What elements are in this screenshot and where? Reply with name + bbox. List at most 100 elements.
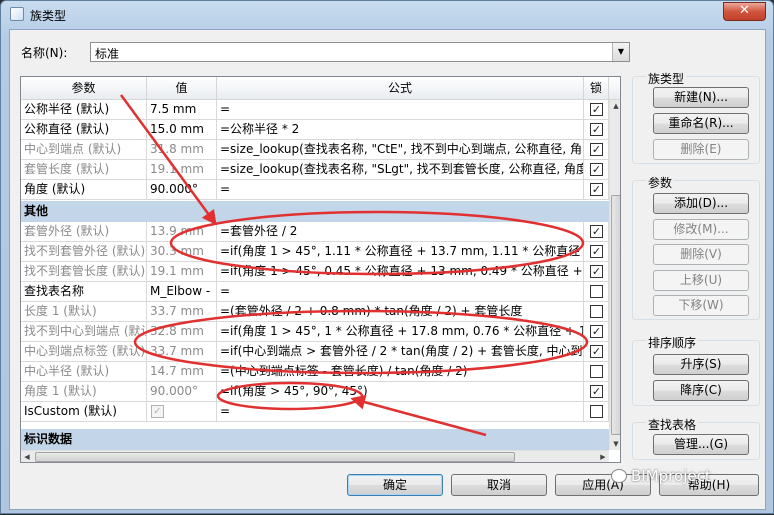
add-parameter-button[interactable]: 添加(D)... <box>653 193 749 214</box>
lock-cell: ✓ <box>584 342 609 362</box>
param-value-cell[interactable]: 33.7 mm <box>147 302 217 322</box>
table-row[interactable]: IsCustom (默认) ✓ = <box>21 402 609 422</box>
lock-checkbox[interactable]: ✓ <box>590 345 603 358</box>
lock-checkbox[interactable]: ✓ <box>590 245 603 258</box>
param-value-cell[interactable]: 32.8 mm <box>147 322 217 342</box>
table-row[interactable]: 找不到中心到端点 (默认) 32.8 mm =if(角度 1 > 45°, 1 * … <box>21 322 609 342</box>
modify-parameter-button[interactable]: 修改(M)... <box>653 219 749 240</box>
param-value-cell[interactable]: ✓ <box>147 402 217 422</box>
scroll-up-icon[interactable]: ▲ <box>610 100 620 112</box>
param-value-cell[interactable]: 13.9 mm <box>147 222 217 242</box>
table-row[interactable]: 中心半径 (默认) 14.7 mm =(中心到端点标签 - 套管长度) / tan(… <box>21 362 609 382</box>
param-value-cell[interactable]: M_Elbow - <box>147 282 217 302</box>
param-value-cell[interactable]: 14.7 mm <box>147 362 217 382</box>
scroll-down-icon[interactable]: ▼ <box>610 438 620 450</box>
lock-cell: ✓ <box>584 382 609 402</box>
param-formula-cell[interactable]: =if(角度 > 45°, 90°, 45°) <box>217 382 584 402</box>
vertical-scrollbar[interactable]: ▲ ▼ <box>609 100 620 450</box>
param-value-cell[interactable]: 30.3 mm <box>147 242 217 262</box>
header-formula[interactable]: 公式 <box>217 77 584 100</box>
iscustom-checkbox: ✓ <box>151 405 164 418</box>
move-down-button[interactable]: 下移(W) <box>653 295 749 316</box>
scroll-right-icon[interactable]: ▶ <box>597 451 609 462</box>
param-value-cell[interactable]: 15.0 mm <box>147 120 217 140</box>
rename-type-button[interactable]: 重命名(R)... <box>653 113 749 134</box>
param-formula-cell[interactable]: =if(中心到端点 > 套管外径 / 2 * tan(角度 / 2) + 套管长… <box>217 342 584 362</box>
table-row[interactable]: 找不到套管长度 (默认) 19.1 mm =if(角度 1 > 45°, 0.45 … <box>21 262 609 282</box>
lock-checkbox[interactable]: ✓ <box>590 325 603 338</box>
lock-checkbox[interactable]: ✓ <box>590 385 603 398</box>
table-row[interactable]: 查找表名称 M_Elbow - = <box>21 282 609 302</box>
lock-checkbox[interactable] <box>590 405 603 418</box>
wechat-icon <box>611 469 627 483</box>
table-row[interactable]: 公称直径 (默认) 15.0 mm =公称半径 * 2 ✓ <box>21 120 609 140</box>
param-value-cell[interactable]: 90.000° <box>147 180 217 200</box>
parameters-title: 参数 <box>646 174 675 191</box>
cancel-button[interactable]: 取消 <box>451 474 547 496</box>
lock-checkbox[interactable] <box>590 365 603 378</box>
table-row[interactable]: 中心到端点 (默认) 31.8 mm =size_lookup(查找表名称, "Ct… <box>21 140 609 160</box>
hscroll-thumb[interactable] <box>35 452 515 462</box>
lock-checkbox[interactable]: ✓ <box>590 143 603 156</box>
lock-cell: ✓ <box>584 180 609 200</box>
grid-header: 参数 值 公式 锁 <box>21 77 620 100</box>
param-formula-cell[interactable]: =套管外径 / 2 <box>217 222 584 242</box>
lock-checkbox[interactable]: ✓ <box>590 183 603 196</box>
param-formula-cell[interactable]: =(套管外径 / 2 + 0.8 mm) * tan(角度 / 2) + 套管长… <box>217 302 584 322</box>
param-formula-cell[interactable]: =(中心到端点标签 - 套管长度) / tan(角度 / 2) <box>217 362 584 382</box>
delete-type-button[interactable]: 删除(E) <box>653 139 749 160</box>
lock-checkbox[interactable]: ✓ <box>590 163 603 176</box>
ok-button[interactable]: 确定 <box>347 474 443 496</box>
lock-checkbox[interactable] <box>590 285 603 298</box>
lock-checkbox[interactable] <box>590 305 603 318</box>
param-formula-cell[interactable]: = <box>217 100 584 120</box>
lock-checkbox[interactable]: ✓ <box>590 103 603 116</box>
param-value-cell[interactable]: 7.5 mm <box>147 100 217 120</box>
new-type-button[interactable]: 新建(N)... <box>653 87 749 108</box>
param-formula-cell[interactable]: = <box>217 282 584 302</box>
header-lock[interactable]: 锁 <box>584 77 609 100</box>
table-row[interactable]: 套管外径 (默认) 13.9 mm =套管外径 / 2 ✓ <box>21 222 609 242</box>
group-other[interactable]: 其他 <box>21 201 609 222</box>
table-row[interactable]: 角度 1 (默认) 90.000° =if(角度 > 45°, 90°, 45°) ✓ <box>21 382 609 402</box>
chevron-down-icon[interactable]: ▼ <box>612 43 629 61</box>
group-identity-data[interactable]: 标识数据 <box>21 429 609 450</box>
param-formula-cell[interactable]: =if(角度 1 > 45°, 0.45 * 公称直径 + 13 mm, 0.4… <box>217 262 584 282</box>
param-formula-cell[interactable]: =if(角度 1 > 45°, 1 * 公称直径 + 17.8 mm, 0.76… <box>217 322 584 342</box>
table-row[interactable]: 公称半径 (默认) 7.5 mm = ✓ <box>21 100 609 120</box>
param-formula-cell[interactable]: = <box>217 180 584 200</box>
delete-parameter-button[interactable]: 删除(V) <box>653 244 749 265</box>
header-value[interactable]: 值 <box>147 77 217 100</box>
sort-ascending-button[interactable]: 升序(S) <box>653 354 749 375</box>
param-formula-cell[interactable]: = <box>217 402 584 422</box>
table-row[interactable]: 中心到端点标签 (默认) 33.7 mm =if(中心到端点 > 套管外径 / 2 … <box>21 342 609 362</box>
lock-checkbox[interactable]: ✓ <box>590 265 603 278</box>
table-row[interactable]: 长度 1 (默认) 33.7 mm =(套管外径 / 2 + 0.8 mm) * t… <box>21 302 609 322</box>
lock-cell: ✓ <box>584 160 609 180</box>
sort-descending-button[interactable]: 降序(C) <box>653 380 749 401</box>
param-value-cell[interactable]: 33.7 mm <box>147 342 217 362</box>
close-button[interactable]: ✕ <box>723 2 766 21</box>
lock-checkbox[interactable]: ✓ <box>590 225 603 238</box>
lock-checkbox[interactable]: ✓ <box>590 123 603 136</box>
manage-lookup-button[interactable]: 管理...(G) <box>653 434 749 455</box>
param-formula-cell[interactable]: =size_lookup(查找表名称, "SLgt", 找不到套管长度, 公称直… <box>217 160 584 180</box>
param-value-cell[interactable]: 90.000° <box>147 382 217 402</box>
param-formula-cell[interactable]: =if(角度 1 > 45°, 1.11 * 公称直径 + 13.7 mm, 1… <box>217 242 584 262</box>
param-value-cell[interactable]: 19.1 mm <box>147 262 217 282</box>
move-up-button[interactable]: 上移(U) <box>653 270 749 291</box>
type-name-select[interactable]: 标准 ▼ <box>90 42 630 62</box>
horizontal-scrollbar[interactable]: ◀ ▶ <box>21 450 609 462</box>
scroll-thumb[interactable] <box>611 195 620 435</box>
table-row[interactable]: 套管长度 (默认) 19.1 mm =size_lookup(查找表名称, "SLg… <box>21 160 609 180</box>
title-bar: 族类型 ✕ <box>1 1 773 27</box>
header-param[interactable]: 参数 <box>21 77 147 100</box>
param-value-cell[interactable]: 31.8 mm <box>147 140 217 160</box>
table-row[interactable]: 找不到套管外径 (默认) 30.3 mm =if(角度 1 > 45°, 1.11 … <box>21 242 609 262</box>
lock-cell <box>584 282 609 302</box>
table-row[interactable]: 角度 (默认) 90.000° = ✓ <box>21 180 609 200</box>
scroll-left-icon[interactable]: ◀ <box>21 451 33 462</box>
param-formula-cell[interactable]: =公称半径 * 2 <box>217 120 584 140</box>
param-value-cell[interactable]: 19.1 mm <box>147 160 217 180</box>
param-formula-cell[interactable]: =size_lookup(查找表名称, "CtE", 找不到中心到端点, 公称直… <box>217 140 584 160</box>
